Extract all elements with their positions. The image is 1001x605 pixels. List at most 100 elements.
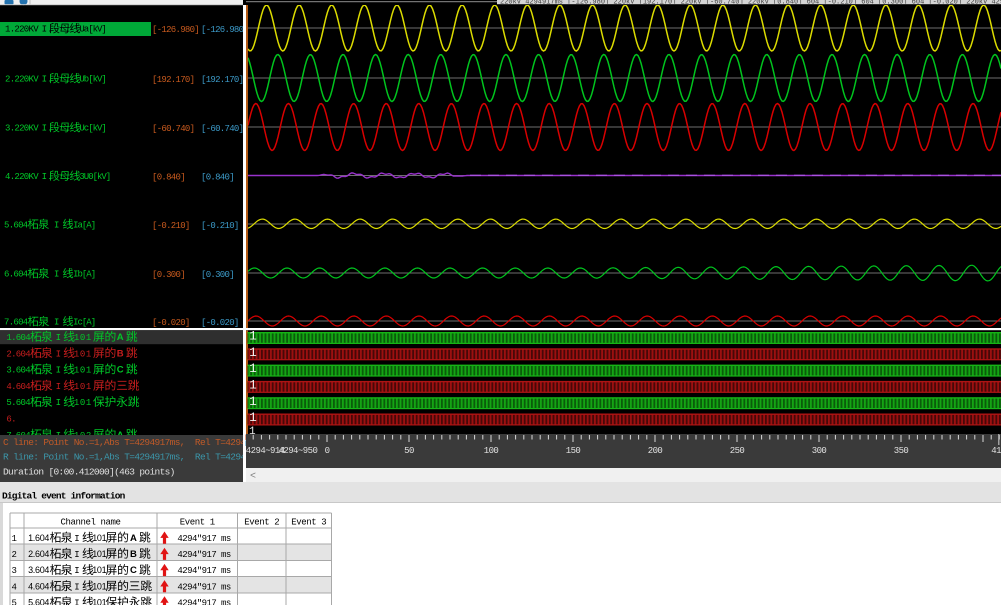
svg-text:3U0[kV]: 3U0[kV] xyxy=(79,172,110,182)
svg-text:Event 2: Event 2 xyxy=(244,518,279,528)
svg-text:Ia[A]: Ia[A] xyxy=(73,220,95,230)
svg-text:I: I xyxy=(42,75,47,85)
svg-text:Event 1: Event 1 xyxy=(180,518,215,528)
svg-text:I: I xyxy=(74,566,79,576)
svg-text:3.220KV: 3.220KV xyxy=(5,124,39,134)
svg-text:I: I xyxy=(54,220,59,230)
svg-text:101: 101 xyxy=(74,349,92,359)
svg-text:1: 1 xyxy=(249,362,257,376)
svg-text:I: I xyxy=(56,382,61,392)
svg-text:I: I xyxy=(74,550,79,560)
svg-text:0: 0 xyxy=(325,446,330,456)
svg-text:I: I xyxy=(74,599,79,605)
svg-text:4.604: 4.604 xyxy=(6,382,30,392)
svg-text:1.604: 1.604 xyxy=(6,333,30,343)
svg-text:I: I xyxy=(56,349,61,359)
svg-text:Uc[kV]: Uc[kV] xyxy=(79,124,105,134)
svg-text:I: I xyxy=(56,398,61,408)
svg-text:1.604: 1.604 xyxy=(28,533,49,543)
svg-text:Event 3: Event 3 xyxy=(291,518,326,528)
svg-text:2.220KV: 2.220KV xyxy=(5,75,39,85)
svg-text:6.604: 6.604 xyxy=(4,270,28,280)
svg-text:410: 410 xyxy=(991,446,1001,456)
svg-text:I: I xyxy=(56,333,61,343)
svg-text:1: 1 xyxy=(249,346,257,360)
svg-text:Ub[kV]: Ub[kV] xyxy=(79,75,105,85)
svg-text:5: 5 xyxy=(11,599,16,605)
svg-text:3.604: 3.604 xyxy=(6,366,30,376)
svg-text:C: C xyxy=(130,565,137,576)
svg-text:4294"917 ms: 4294"917 ms xyxy=(177,550,231,560)
svg-text:[0.300]: [0.300] xyxy=(201,270,234,280)
svg-text:B: B xyxy=(130,549,137,560)
svg-text:[-0.020]: [-0.020] xyxy=(201,318,239,328)
svg-text:4294"917 ms: 4294"917 ms xyxy=(177,582,231,592)
svg-text:5.604: 5.604 xyxy=(28,598,49,605)
svg-text:[0.300]: [0.300] xyxy=(152,270,185,280)
svg-text:2: 2 xyxy=(11,550,16,560)
svg-text:Channel name: Channel name xyxy=(60,518,120,528)
svg-text:I: I xyxy=(54,318,59,328)
svg-text:101: 101 xyxy=(74,366,92,376)
svg-text:250: 250 xyxy=(730,446,745,456)
svg-text:[-0.020]: [-0.020] xyxy=(152,318,190,328)
svg-text:7.604: 7.604 xyxy=(4,318,28,328)
svg-text:5.604: 5.604 xyxy=(6,398,30,408)
svg-text:4294~950: 4294~950 xyxy=(279,446,318,456)
svg-text:B: B xyxy=(117,348,124,359)
svg-text:4294"917 ms: 4294"917 ms xyxy=(177,566,231,576)
svg-text:4.604: 4.604 xyxy=(28,581,49,591)
svg-text:2.604: 2.604 xyxy=(28,549,49,559)
svg-text:200: 200 xyxy=(648,446,663,456)
svg-text:I: I xyxy=(56,366,61,376)
svg-text:1.220KV: 1.220KV xyxy=(5,25,39,35)
svg-text:1: 1 xyxy=(249,379,257,393)
svg-text:101: 101 xyxy=(92,565,106,575)
svg-text:101: 101 xyxy=(92,581,106,591)
svg-text:<: < xyxy=(250,472,256,483)
svg-text:4294"917 ms: 4294"917 ms xyxy=(177,534,231,544)
svg-text:Duration [0:00.412000](463 poi: Duration [0:00.412000](463 points) xyxy=(3,467,175,478)
svg-text:3: 3 xyxy=(11,566,16,576)
svg-text:1: 1 xyxy=(249,395,257,409)
svg-text:2.604: 2.604 xyxy=(6,349,30,359)
svg-text:I: I xyxy=(42,124,47,134)
svg-text:C line: Point No.=1,Abs T=4294: C line: Point No.=1,Abs T=4294917ms, Rel… xyxy=(3,437,251,448)
svg-text:[-60.740]: [-60.740] xyxy=(152,124,194,134)
svg-text:[192.170]: [192.170] xyxy=(152,75,194,85)
svg-text:A: A xyxy=(130,533,137,544)
svg-text:150: 150 xyxy=(566,446,581,456)
svg-text:300: 300 xyxy=(812,446,827,456)
svg-text:100: 100 xyxy=(484,446,499,456)
svg-text:101: 101 xyxy=(92,598,106,605)
svg-text:[0.840]: [0.840] xyxy=(152,173,185,183)
svg-text:4.220KV: 4.220KV xyxy=(5,172,39,182)
svg-text:5.604: 5.604 xyxy=(4,220,28,230)
svg-text:1: 1 xyxy=(249,330,257,344)
svg-text:[0.840]: [0.840] xyxy=(201,173,234,183)
svg-text:350: 350 xyxy=(894,446,909,456)
svg-text:I: I xyxy=(74,582,79,592)
svg-text:4: 4 xyxy=(11,582,16,592)
svg-text:101: 101 xyxy=(74,333,92,343)
svg-text:101: 101 xyxy=(74,382,92,392)
svg-text:[192.170]: [192.170] xyxy=(201,75,243,85)
svg-text:I: I xyxy=(74,534,79,544)
svg-text:[-0.210]: [-0.210] xyxy=(201,221,239,231)
svg-text:I: I xyxy=(42,25,47,35)
svg-text:Ua[kV]: Ua[kV] xyxy=(79,25,105,35)
svg-text:3.604: 3.604 xyxy=(28,565,49,575)
svg-text:R line: Point No.=1,Abs T=4294: R line: Point No.=1,Abs T=4294917ms, Rel… xyxy=(3,452,251,463)
svg-text:[-126.980]: [-126.980] xyxy=(201,25,248,35)
svg-text:[-126.980]: [-126.980] xyxy=(152,25,199,35)
svg-text:1: 1 xyxy=(11,534,16,544)
svg-text:101: 101 xyxy=(92,533,106,543)
svg-text:1: 1 xyxy=(249,411,257,425)
svg-text:C: C xyxy=(117,365,124,376)
svg-text:101: 101 xyxy=(92,549,106,559)
svg-text:I: I xyxy=(54,270,59,280)
svg-text:50: 50 xyxy=(404,446,414,456)
svg-text:4294"917 ms: 4294"917 ms xyxy=(177,599,231,605)
svg-text:[-0.210]: [-0.210] xyxy=(152,221,190,231)
svg-text:I: I xyxy=(42,172,47,182)
